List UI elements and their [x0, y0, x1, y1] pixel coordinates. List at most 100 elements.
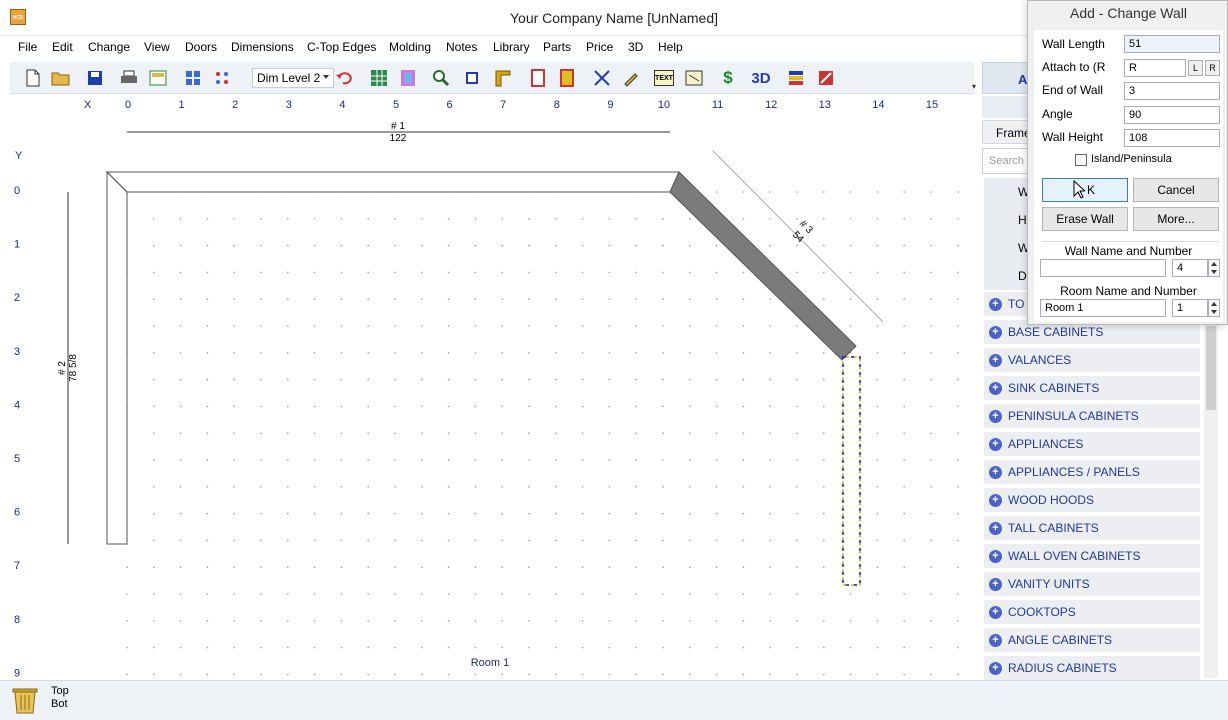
color-bars-icon[interactable] [785, 67, 807, 89]
menu-price[interactable]: Price [586, 40, 613, 54]
menu-notes[interactable]: Notes [446, 40, 477, 54]
dimension-1-name: # 1 [391, 121, 405, 132]
menu-file[interactable]: File [18, 40, 37, 54]
x-tick-label: 11 [712, 99, 723, 111]
category-sink-cabinets[interactable]: + SINK CABINETS [984, 376, 1200, 402]
erase-wall-button[interactable]: Erase Wall [1042, 207, 1128, 231]
y-tick-label: 1 [14, 239, 20, 251]
print-icon[interactable] [118, 67, 140, 89]
wall-2[interactable] [106, 170, 128, 545]
room-name-input[interactable] [1040, 299, 1166, 317]
undo-icon[interactable] [334, 67, 356, 89]
island-checkbox[interactable] [1075, 154, 1087, 166]
category-wood-hoods[interactable]: + WOOD HOODS [984, 488, 1200, 514]
y-tick-label: 3 [14, 346, 20, 358]
change-wall-dialog: Add - Change Wall Wall Length Attach to … [1027, 0, 1228, 325]
wall-length-input[interactable] [1124, 35, 1220, 53]
cabinet-icon[interactable] [556, 67, 578, 89]
scrollbar-thumb[interactable] [1206, 326, 1216, 410]
sidebar-scrollbar[interactable] [1204, 322, 1218, 678]
cross-icon[interactable] [591, 67, 613, 89]
line-icon[interactable] [683, 67, 705, 89]
cancel-button[interactable]: Cancel [1133, 178, 1219, 202]
category-appliances[interactable]: + APPLIANCES [984, 432, 1200, 458]
menu-library[interactable]: Library [493, 40, 530, 54]
category-wall-oven-cabinets[interactable]: + WALL OVEN CABINETS [984, 544, 1200, 570]
trash-icon[interactable] [12, 685, 38, 715]
wall-1[interactable] [105, 171, 680, 193]
x-tick-label: 12 [765, 99, 777, 111]
category-appliances-panels[interactable]: + APPLIANCES / PANELS [984, 460, 1200, 486]
door-icon[interactable] [527, 67, 549, 89]
wall-icon[interactable] [492, 67, 514, 89]
category-radius-cabinets[interactable]: + RADIUS CABINETS [984, 656, 1200, 682]
new-file-icon[interactable] [22, 67, 44, 89]
attach-left-button[interactable]: L [1188, 60, 1203, 76]
pencil-icon[interactable] [620, 67, 642, 89]
wall-name-label: Wall Name and Number [1064, 244, 1193, 258]
dots-grid-icon[interactable] [211, 67, 233, 89]
category-angle-cabinets[interactable]: + ANGLE CABINETS [984, 628, 1200, 654]
menu-doors[interactable]: Doors [185, 40, 217, 54]
menu-parts[interactable]: Parts [543, 40, 571, 54]
3d-icon[interactable]: 3D [750, 67, 772, 89]
y-tick-label: 9 [14, 667, 20, 679]
wall-height-label: Wall Height [1042, 130, 1103, 144]
grid-icon[interactable] [182, 67, 204, 89]
menu-molding[interactable]: Molding [389, 40, 431, 54]
wall-height-input[interactable] [1124, 129, 1220, 147]
category-valances[interactable]: + VALANCES [984, 348, 1200, 374]
zoom-in-icon[interactable] [430, 67, 452, 89]
toolbar-overflow-icon[interactable]: ▾ [972, 82, 976, 91]
wall-4-selected[interactable] [842, 356, 861, 586]
erase-icon[interactable] [815, 67, 837, 89]
save-icon[interactable] [84, 67, 106, 89]
angle-input[interactable] [1124, 106, 1220, 124]
menu-edit[interactable]: Edit [52, 40, 73, 54]
open-folder-icon[interactable] [50, 67, 72, 89]
room-number-input[interactable] [1172, 299, 1208, 317]
end-of-wall-input[interactable] [1124, 82, 1220, 100]
dim-level-select[interactable]: Dim Level 2 [252, 68, 334, 88]
menu-help[interactable]: Help [658, 40, 683, 54]
color-grid-icon[interactable] [397, 67, 419, 89]
attach-input[interactable] [1124, 59, 1186, 77]
x-tick-label: 1 [179, 99, 185, 111]
mouse-cursor-icon [1073, 180, 1085, 199]
zoom-window-icon[interactable] [461, 67, 483, 89]
menu-3d[interactable]: 3D [628, 40, 643, 54]
category-cooktops[interactable]: + COOKTOPS [984, 600, 1200, 626]
attach-right-button[interactable]: R [1205, 60, 1220, 76]
menu-change[interactable]: Change [88, 40, 130, 54]
expand-icon: + [989, 633, 1002, 647]
x-tick-label: 7 [500, 99, 506, 111]
floor-plan[interactable]: X Y 0 1 2 3 4 5 6 7 8 9 10 11 12 13 14 15 0123456789 # … [10, 94, 972, 680]
text-icon[interactable]: TEXT [654, 70, 674, 86]
menu-view[interactable]: View [144, 40, 170, 54]
wall-name-input[interactable] [1040, 259, 1166, 277]
ok-button[interactable]: K [1042, 178, 1128, 202]
x-tick-label: 13 [819, 99, 831, 111]
room-number-stepper[interactable] [1208, 299, 1220, 317]
add-grid-icon[interactable] [368, 67, 390, 89]
y-tick-label: 0 [14, 185, 20, 197]
drawing-canvas[interactable]: X Y 0 1 2 3 4 5 6 7 8 9 10 11 12 13 14 15 0123456789 # … [10, 94, 972, 680]
attach-label: Attach to (R [1042, 60, 1106, 74]
dialog-divider [1042, 241, 1219, 242]
category-tall-cabinets[interactable]: + TALL CABINETS [984, 516, 1200, 542]
wall-3[interactable] [669, 171, 857, 361]
category-peninsula-cabinets[interactable]: + PENINSULA CABINETS [984, 404, 1200, 430]
wall-number-stepper[interactable] [1208, 259, 1220, 277]
layout-icon[interactable] [147, 67, 169, 89]
search-placeholder: Search [989, 155, 1024, 167]
expand-icon: + [989, 381, 1002, 395]
menu-dimensions[interactable]: Dimensions [231, 40, 294, 54]
wall-length-label: Wall Length [1042, 37, 1105, 51]
category-vanity-units[interactable]: + VANITY UNITS [984, 572, 1200, 598]
expand-icon: + [989, 437, 1002, 451]
wall-number-input[interactable] [1172, 259, 1208, 277]
price-icon[interactable]: $ [717, 67, 739, 89]
menu-ctop-edges[interactable]: C-Top Edges [307, 40, 376, 54]
more-button[interactable]: More... [1133, 207, 1219, 231]
x-tick-label: 9 [607, 99, 613, 111]
